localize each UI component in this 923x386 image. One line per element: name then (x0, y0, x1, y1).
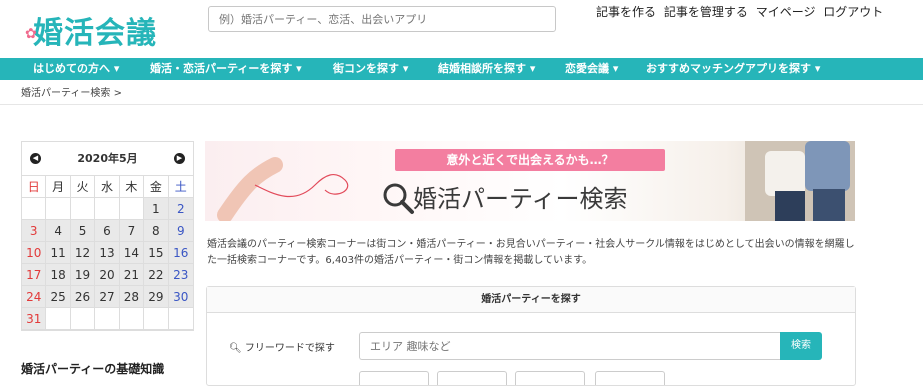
calendar-day[interactable]: 4 (46, 220, 71, 242)
chevron-right-icon[interactable]: ▶ (174, 153, 185, 164)
calendar-day[interactable]: 18 (46, 264, 71, 286)
link-manage-articles[interactable]: 記事を管理する (664, 5, 748, 19)
link-create-article[interactable]: 記事を作る (596, 5, 656, 19)
banner-pill: 意外と近くで出会えるかも…？ (395, 149, 665, 171)
calendar-day[interactable]: 2 (168, 198, 193, 220)
search-icon: 🔍︎ (229, 343, 242, 354)
chevron-left-icon[interactable]: ◀ (30, 153, 41, 164)
calendar-day[interactable]: 8 (144, 220, 169, 242)
site-search-input[interactable] (208, 6, 556, 32)
calendar-empty-cell (95, 198, 120, 220)
calendar-empty-cell (70, 308, 96, 330)
red-thread-illustration (217, 157, 349, 221)
calendar-day[interactable]: 14 (119, 242, 145, 264)
calendar-day[interactable]: 23 (168, 264, 193, 286)
sidebar-title: 婚活パーティーの基礎知識 (21, 362, 165, 376)
filter-chip[interactable] (437, 371, 507, 385)
header: ✿ 婚活会議 記事を作る 記事を管理する マイページ ログアウト (0, 0, 923, 58)
filter-chip[interactable] (595, 371, 665, 385)
calendar-weekday: 月 (46, 176, 71, 198)
filter-chip[interactable] (359, 371, 429, 385)
couple-illustration (745, 141, 855, 221)
calendar-day[interactable]: 20 (95, 264, 120, 286)
calendar: ◀ 2020年5月 ▶ 日月火水木金土 1 2 3 4 5 6 7 8 9 10 11 12 13 14 15… (21, 141, 194, 331)
search-button[interactable]: 検索 (780, 332, 822, 360)
panel-title: 婚活パーティーを探す (207, 287, 855, 313)
calendar-empty-cell (46, 198, 71, 220)
calendar-empty-cell (46, 308, 71, 330)
calendar-empty-cell (144, 308, 169, 330)
freeword-input[interactable] (359, 332, 780, 360)
calendar-day[interactable]: 26 (70, 286, 96, 308)
calendar-header: ◀ 2020年5月 ▶ (22, 142, 193, 175)
search-panel: 婚活パーティーを探す 🔍︎ フリーワードで探す 検索 (206, 286, 856, 386)
search-banner: 意外と近くで出会えるかも…？ 婚活パーティー検索 (205, 141, 855, 221)
link-mypage[interactable]: マイページ (756, 5, 816, 19)
nav-item-matching-apps[interactable]: おすすめマッチングアプリを探す ▾ (646, 58, 820, 80)
calendar-day[interactable]: 7 (119, 220, 145, 242)
calendar-day[interactable]: 27 (95, 286, 120, 308)
main-nav: はじめての方へ ▾ 婚活・恋活パーティーを探す ▾ 街コンを探す ▾ 結婚相談所… (0, 58, 923, 80)
calendar-day[interactable]: 11 (46, 242, 71, 264)
top-links: 記事を作る 記事を管理する マイページ ログアウト (596, 3, 887, 20)
calendar-day[interactable]: 22 (144, 264, 169, 286)
calendar-day[interactable]: 9 (168, 220, 193, 242)
calendar-day[interactable]: 28 (119, 286, 145, 308)
nav-item-beginners[interactable]: はじめての方へ ▾ (33, 58, 119, 80)
calendar-day[interactable]: 24 (22, 286, 47, 308)
magnifier-icon (383, 183, 414, 214)
calendar-grid: 日月火水木金土 1 2 3 4 5 6 7 8 9 10 11 12 13 14 15 16 17 18 19 20 21… (22, 175, 193, 330)
calendar-empty-cell (95, 308, 120, 330)
calendar-day[interactable]: 1 (144, 198, 169, 220)
calendar-day[interactable]: 17 (22, 264, 47, 286)
nav-item-love-meeting[interactable]: 恋愛会議 ▾ (565, 58, 618, 80)
calendar-weekday: 金 (144, 176, 169, 198)
breadcrumb[interactable]: 婚活パーティー検索 > (21, 84, 122, 99)
link-logout[interactable]: ログアウト (823, 5, 883, 19)
freeword-label: 🔍︎ フリーワードで探す (229, 339, 335, 354)
calendar-day[interactable]: 31 (22, 308, 47, 330)
page-description: 婚活会議のパーティー検索コーナーは街コン・婚活パーティー・お見合いパーティー・社… (207, 239, 855, 266)
calendar-empty-cell (22, 198, 47, 220)
calendar-empty-cell (168, 308, 193, 330)
calendar-day[interactable]: 6 (95, 220, 120, 242)
nav-item-machicon[interactable]: 街コンを探す ▾ (333, 58, 408, 80)
divider (0, 104, 923, 105)
nav-item-agency[interactable]: 結婚相談所を探す ▾ (438, 58, 535, 80)
calendar-day[interactable]: 12 (70, 242, 96, 264)
calendar-day[interactable]: 13 (95, 242, 120, 264)
calendar-day[interactable]: 3 (22, 220, 47, 242)
calendar-day[interactable]: 19 (70, 264, 96, 286)
calendar-day[interactable]: 10 (22, 242, 47, 264)
logo-text: 婚活会議 (33, 16, 157, 51)
calendar-day[interactable]: 16 (168, 242, 193, 264)
nav-item-party-search[interactable]: 婚活・恋活パーティーを探す ▾ (150, 58, 302, 80)
freeword-label-text: フリーワードで探す (244, 343, 335, 354)
calendar-weekday: 土 (168, 176, 193, 198)
calendar-empty-cell (70, 198, 96, 220)
calendar-weekday: 水 (95, 176, 120, 198)
calendar-day[interactable]: 29 (144, 286, 169, 308)
calendar-day[interactable]: 15 (144, 242, 169, 264)
filter-chip[interactable] (515, 371, 585, 385)
banner-title: 婚活パーティー検索 (413, 185, 628, 213)
calendar-weekday: 日 (22, 176, 47, 198)
site-logo[interactable]: ✿ 婚活会議 (25, 8, 157, 52)
calendar-empty-cell (119, 308, 145, 330)
calendar-day[interactable]: 21 (119, 264, 145, 286)
calendar-day[interactable]: 30 (168, 286, 193, 308)
calendar-day[interactable]: 25 (46, 286, 71, 308)
calendar-empty-cell (119, 198, 145, 220)
calendar-weekday: 木 (119, 176, 145, 198)
calendar-weekday: 火 (70, 176, 96, 198)
calendar-day[interactable]: 5 (70, 220, 96, 242)
calendar-month: 2020年5月 (77, 152, 138, 165)
heart-icon: ✿ (25, 26, 38, 42)
